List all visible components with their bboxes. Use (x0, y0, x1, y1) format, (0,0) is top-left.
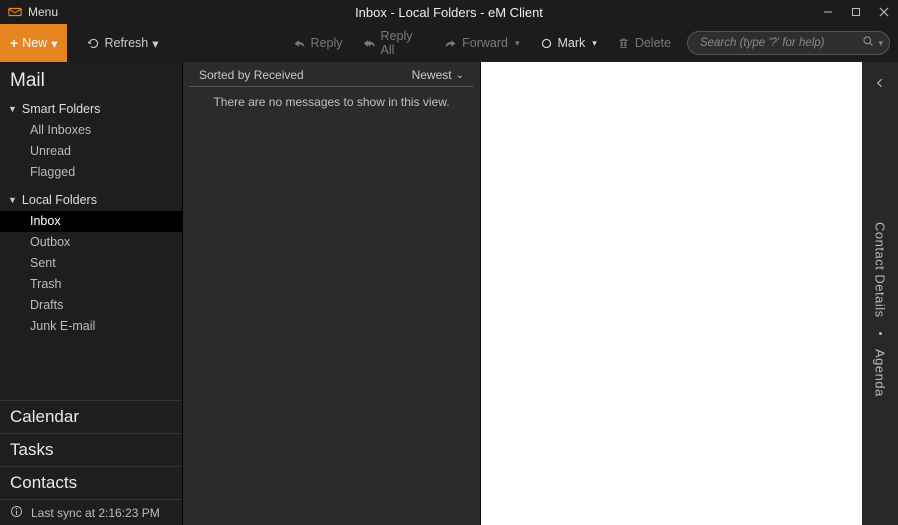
window-controls (814, 0, 898, 24)
folder-unread[interactable]: Unread (0, 141, 182, 162)
search-box[interactable]: ▾ (687, 31, 890, 55)
right-rail: Contact Details Agenda (862, 62, 898, 525)
message-list-pane: Sorted by Received Newest ⌄ There are no… (183, 62, 481, 525)
search-icon[interactable] (862, 34, 874, 52)
group-label: Local Folders (22, 193, 97, 207)
sidebar: Mail ▼ Smart Folders All Inboxes Unread … (0, 62, 183, 525)
new-button[interactable]: + New ▾ (0, 24, 67, 62)
reply-all-icon (363, 37, 376, 50)
refresh-button[interactable]: Refresh ▾ (79, 36, 166, 51)
mark-label: Mark (558, 36, 586, 50)
group-smart-folders[interactable]: ▼ Smart Folders (0, 98, 182, 120)
menu-button[interactable]: Menu (0, 5, 58, 19)
reply-icon (293, 37, 306, 50)
folder-inbox[interactable]: Inbox (0, 211, 182, 232)
forward-label: Forward (462, 36, 508, 50)
chevron-down-icon: ▼ (8, 195, 17, 205)
close-button[interactable] (870, 0, 898, 24)
menu-label: Menu (28, 5, 58, 19)
mark-icon (540, 37, 553, 50)
reply-button[interactable]: Reply (285, 36, 351, 50)
main-area: Mail ▼ Smart Folders All Inboxes Unread … (0, 62, 898, 525)
rail-agenda[interactable]: Agenda (873, 349, 888, 397)
status-text: Last sync at 2:16:23 PM (31, 506, 160, 520)
nav-contacts[interactable]: Contacts (0, 466, 182, 499)
folder-all-inboxes[interactable]: All Inboxes (0, 120, 182, 141)
sort-label: Sorted by Received (199, 68, 304, 82)
folder-sent[interactable]: Sent (0, 253, 182, 274)
group-local-folders[interactable]: ▼ Local Folders (0, 189, 182, 211)
chevron-down-icon: ▾ (51, 36, 57, 51)
mark-button[interactable]: Mark ▾ (532, 36, 605, 50)
chevron-down-icon: ▾ (592, 38, 597, 49)
reply-label: Reply (311, 36, 343, 50)
reading-pane (481, 62, 862, 525)
sort-order: Newest (412, 68, 452, 82)
chevron-down-icon: ▾ (515, 38, 520, 49)
chevron-down-icon: ▼ (8, 104, 17, 114)
folder-drafts[interactable]: Drafts (0, 295, 182, 316)
chevron-down-icon[interactable]: ▾ (878, 38, 883, 49)
reply-all-label: Reply All (381, 29, 425, 57)
toolbar: + New ▾ Refresh ▾ Reply Reply All Forwar… (0, 24, 898, 62)
nav-calendar[interactable]: Calendar (0, 400, 182, 433)
plus-icon: + (10, 35, 18, 51)
status-bar: Last sync at 2:16:23 PM (0, 499, 182, 525)
nav-mail[interactable]: Mail (0, 62, 182, 98)
empty-message: There are no messages to show in this vi… (183, 87, 480, 117)
collapse-rail-button[interactable] (874, 76, 886, 94)
info-icon (10, 505, 23, 521)
new-button-label: New (22, 36, 47, 50)
folder-trash[interactable]: Trash (0, 274, 182, 295)
folder-junk[interactable]: Junk E-mail (0, 316, 182, 337)
app-logo-icon (8, 5, 22, 19)
sort-row[interactable]: Sorted by Received Newest ⌄ (189, 62, 474, 87)
folder-flagged[interactable]: Flagged (0, 162, 182, 183)
reply-all-button[interactable]: Reply All (355, 29, 433, 57)
chevron-down-icon: ⌄ (456, 70, 464, 81)
forward-icon (444, 37, 457, 50)
delete-button[interactable]: Delete (609, 36, 679, 50)
chevron-down-icon: ▾ (152, 36, 158, 51)
separator-dot (879, 332, 882, 335)
trash-icon (617, 37, 630, 50)
rail-contact-details[interactable]: Contact Details (873, 222, 888, 318)
refresh-icon (87, 37, 100, 50)
refresh-label: Refresh (104, 36, 148, 50)
forward-button[interactable]: Forward ▾ (436, 36, 527, 50)
folder-outbox[interactable]: Outbox (0, 232, 182, 253)
title-bar: Menu Inbox - Local Folders - eM Client (0, 0, 898, 24)
nav-tasks[interactable]: Tasks (0, 433, 182, 466)
maximize-button[interactable] (842, 0, 870, 24)
delete-label: Delete (635, 36, 671, 50)
minimize-button[interactable] (814, 0, 842, 24)
group-label: Smart Folders (22, 102, 101, 116)
search-input[interactable] (700, 37, 863, 49)
window-title: Inbox - Local Folders - eM Client (0, 5, 898, 20)
